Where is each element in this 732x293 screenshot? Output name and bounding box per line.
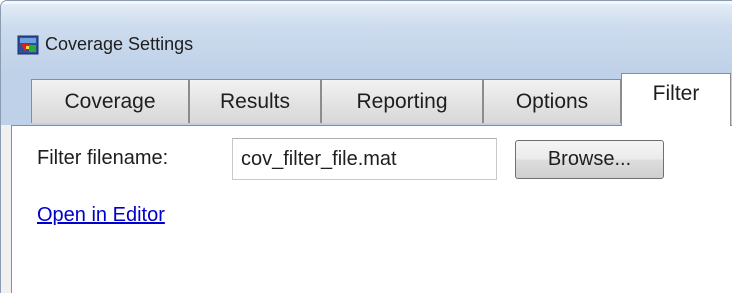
coverage-settings-app-icon [17, 35, 39, 55]
tab-reporting[interactable]: Reporting [321, 79, 483, 123]
tab-results[interactable]: Results [189, 79, 321, 123]
browse-button[interactable]: Browse... [515, 140, 664, 179]
tab-options[interactable]: Options [483, 79, 621, 123]
window-title: Coverage Settings [45, 34, 194, 54]
filter-filename-field[interactable] [232, 138, 497, 180]
tab-coverage[interactable]: Coverage [31, 79, 189, 123]
open-in-editor-link[interactable]: Open in Editor [37, 204, 165, 227]
coverage-settings-window: Coverage Settings Coverage Results Repor… [0, 0, 732, 293]
filter-filename-label: Filter filename: [37, 147, 169, 169]
tab-filter[interactable]: Filter [621, 73, 731, 126]
